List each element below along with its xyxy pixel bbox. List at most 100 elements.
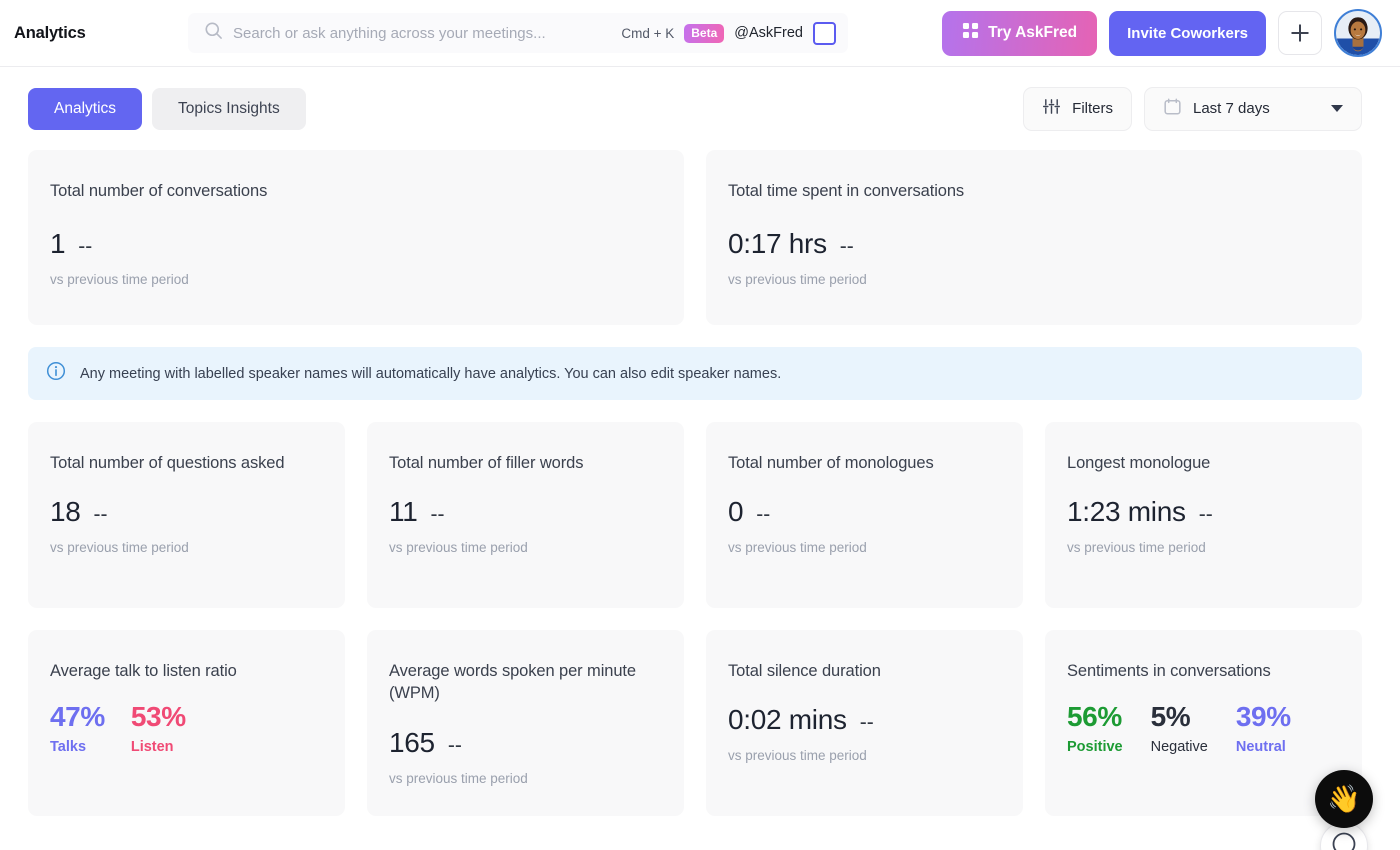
sentiment-negative-label: Negative	[1151, 739, 1208, 755]
card-title: Total time spent in conversations	[728, 180, 1340, 202]
metric-delta: --	[78, 235, 92, 259]
metric-subtext: vs previous time period	[728, 748, 1001, 763]
metric-delta: --	[1199, 503, 1213, 527]
beta-badge: Beta	[684, 24, 724, 43]
metric-subtext: vs previous time period	[389, 771, 662, 786]
sentiment-positive-item: 56% Positive	[1067, 702, 1123, 754]
listen-ratio-label: Listen	[131, 739, 186, 755]
talk-ratio-item: 47% Talks	[50, 702, 105, 754]
card-title: Average talk to listen ratio	[50, 660, 323, 682]
metrics-row-top: Total number of conversations 1 -- vs pr…	[28, 150, 1362, 325]
metric-value: 165	[389, 727, 435, 759]
card-title: Longest monologue	[1067, 452, 1340, 474]
filter-sliders-icon	[1042, 97, 1061, 120]
askfred-toggle-checkbox[interactable]	[813, 22, 836, 45]
talk-listen-split: 47% Talks 53% Listen	[50, 702, 323, 754]
metric-subtext: vs previous time period	[389, 540, 662, 555]
info-banner-text: Any meeting with labelled speaker names …	[80, 366, 781, 382]
card-silence-duration: Total silence duration 0:02 mins -- vs p…	[706, 630, 1023, 816]
metric-subtext: vs previous time period	[50, 272, 662, 287]
metric-value: 18	[50, 496, 81, 528]
card-words-per-minute: Average words spoken per minute (WPM) 16…	[367, 630, 684, 816]
metric-subtext: vs previous time period	[728, 540, 1001, 555]
card-title: Average words spoken per minute (WPM)	[389, 660, 662, 705]
card-title: Sentiments in conversations	[1067, 660, 1340, 682]
search-icon	[204, 21, 223, 45]
metric-line: 0 --	[728, 496, 1001, 528]
metric-subtext: vs previous time period	[50, 540, 323, 555]
analytics-page: Analytics Cmd + K Beta @AskFred	[0, 0, 1400, 850]
top-header: Analytics Cmd + K Beta @AskFred	[0, 0, 1400, 67]
search-bar[interactable]: Cmd + K Beta @AskFred	[188, 13, 848, 53]
date-range-label: Last 7 days	[1193, 100, 1270, 117]
card-title: Total number of monologues	[728, 452, 1001, 474]
chevron-down-icon	[1331, 105, 1343, 112]
try-askfred-button[interactable]: Try AskFred	[942, 11, 1097, 56]
metric-line: 1 --	[50, 228, 662, 260]
header-actions: Try AskFred Invite Coworkers	[942, 9, 1382, 57]
metric-value: 0	[728, 496, 743, 528]
metrics-row-bottom: Average talk to listen ratio 47% Talks 5…	[28, 630, 1362, 816]
filters-button[interactable]: Filters	[1023, 87, 1132, 131]
card-total-time-spent: Total time spent in conversations 0:17 h…	[706, 150, 1362, 325]
metric-delta: --	[860, 711, 874, 735]
metric-line: 0:17 hrs --	[728, 228, 1340, 260]
metrics-top-section: Total number of conversations 1 -- vs pr…	[0, 150, 1400, 325]
invite-coworkers-button[interactable]: Invite Coworkers	[1109, 11, 1266, 56]
add-new-button[interactable]	[1278, 11, 1322, 55]
metric-value: 0:02 mins	[728, 704, 847, 736]
info-icon	[46, 361, 66, 386]
card-title: Total number of questions asked	[50, 452, 323, 474]
metric-delta: --	[756, 503, 770, 527]
tab-topics-insights[interactable]: Topics Insights	[152, 88, 306, 130]
talk-ratio-label: Talks	[50, 739, 105, 755]
sentiment-neutral-label: Neutral	[1236, 739, 1291, 755]
toolbar-controls: Filters Last 7 days	[1023, 87, 1362, 131]
metric-value: 11	[389, 496, 417, 528]
sentiment-negative-item: 5% Negative	[1151, 702, 1208, 754]
card-longest-monologue: Longest monologue 1:23 mins -- vs previo…	[1045, 422, 1362, 608]
card-filler-words: Total number of filler words 11 -- vs pr…	[367, 422, 684, 608]
tab-analytics[interactable]: Analytics	[28, 88, 142, 130]
filters-label: Filters	[1072, 100, 1113, 117]
metric-line: 1:23 mins --	[1067, 496, 1340, 528]
card-title: Total number of filler words	[389, 452, 662, 474]
user-avatar[interactable]	[1334, 9, 1382, 57]
card-talk-to-listen-ratio: Average talk to listen ratio 47% Talks 5…	[28, 630, 345, 816]
metric-subtext: vs previous time period	[1067, 540, 1340, 555]
info-banner: Any meeting with labelled speaker names …	[28, 347, 1362, 400]
listen-ratio-item: 53% Listen	[131, 702, 186, 754]
sentiment-positive-label: Positive	[1067, 739, 1123, 755]
sentiment-neutral-item: 39% Neutral	[1236, 702, 1291, 754]
sentiment-positive-value: 56%	[1067, 702, 1123, 731]
metrics-row-middle: Total number of questions asked 18 -- vs…	[28, 422, 1362, 608]
page-title: Analytics	[10, 24, 188, 43]
metric-value: 1:23 mins	[1067, 496, 1186, 528]
calendar-icon	[1163, 97, 1182, 120]
metrics-grid-section: Total number of questions asked 18 -- vs…	[0, 422, 1400, 816]
metric-line: 11 --	[389, 496, 662, 528]
metric-line: 18 --	[50, 496, 323, 528]
search-input[interactable]	[233, 25, 611, 42]
try-askfred-label: Try AskFred	[988, 24, 1077, 42]
card-total-conversations: Total number of conversations 1 -- vs pr…	[28, 150, 684, 325]
askfred-mention-label: @AskFred	[734, 25, 803, 41]
metric-line: 165 --	[389, 727, 662, 759]
search-shortcut-hint: Cmd + K	[621, 26, 674, 41]
metric-value: 0:17 hrs	[728, 228, 827, 260]
talk-ratio-value: 47%	[50, 702, 105, 731]
card-title: Total silence duration	[728, 660, 1001, 682]
metric-line: 0:02 mins --	[728, 704, 1001, 736]
sentiments-split: 56% Positive 5% Negative 39% Neutral	[1067, 702, 1340, 754]
sentiment-negative-value: 5%	[1151, 702, 1208, 731]
toolbar: Analytics Topics Insights	[0, 67, 1400, 150]
help-circle-icon	[1331, 831, 1357, 850]
card-monologues: Total number of monologues 0 -- vs previ…	[706, 422, 1023, 608]
assistant-fab-button[interactable]: 👋	[1315, 770, 1373, 828]
date-range-selector[interactable]: Last 7 days	[1144, 87, 1362, 131]
listen-ratio-value: 53%	[131, 702, 186, 731]
metric-delta: --	[94, 503, 108, 527]
card-questions-asked: Total number of questions asked 18 -- vs…	[28, 422, 345, 608]
metric-value: 1	[50, 228, 65, 260]
card-title: Total number of conversations	[50, 180, 662, 202]
